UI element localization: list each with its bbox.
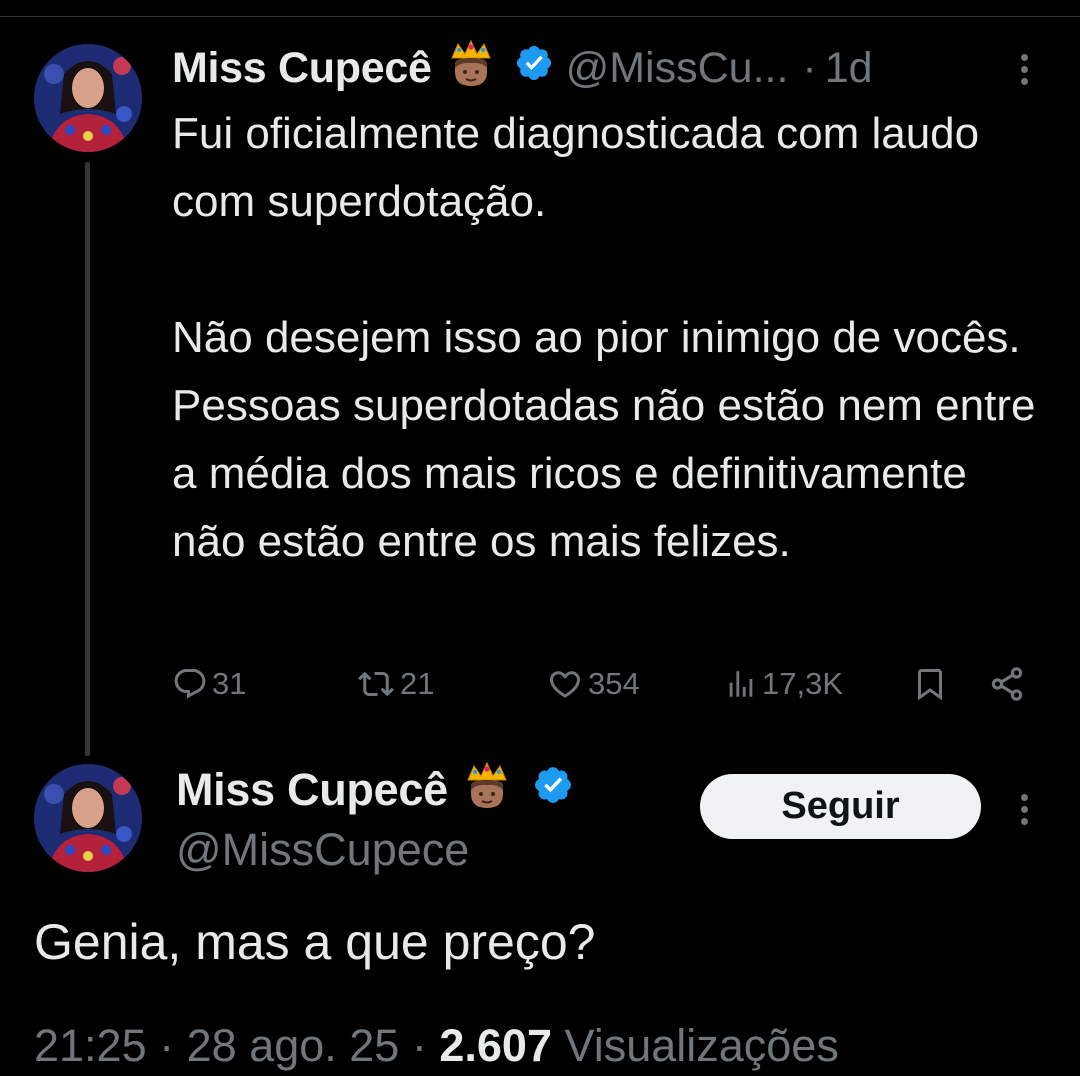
thread-line — [85, 162, 90, 756]
analytics-icon — [724, 666, 758, 702]
views-button[interactable]: 17,3K — [724, 660, 843, 708]
share-button[interactable] — [988, 660, 1026, 708]
meta-separator: · — [411, 1020, 440, 1071]
tweet-header: Miss Cupecê @MissCu... · 1d — [172, 38, 873, 98]
tweet-meta: 21:25 · 28 ago. 25 · 2.607 Visualizações — [34, 1016, 839, 1076]
views-count: 17,3K — [762, 666, 844, 701]
more-icon[interactable] — [1012, 788, 1036, 832]
verified-badge-icon — [514, 43, 554, 94]
reply-icon — [172, 666, 208, 702]
share-icon — [988, 665, 1026, 703]
crown-emoji-icon — [446, 38, 496, 99]
meta-separator: · — [159, 1020, 187, 1071]
reply-text: Genia, mas a que preço? — [34, 914, 596, 970]
tweet-paragraph: Não desejem isso ao pior inimigo de você… — [172, 313, 1036, 566]
reply-count: 31 — [212, 666, 247, 701]
author-name[interactable]: Miss Cupecê — [176, 764, 448, 816]
tweet-text: Fui oficialmente diagnosticada com laudo… — [172, 100, 1052, 576]
separator-dot: · — [802, 43, 817, 92]
heart-icon — [546, 666, 584, 702]
reply-author: Miss Cupecê — [176, 760, 574, 821]
tweet-actions: 31 21 354 17,3K — [172, 660, 1032, 708]
reply-button[interactable]: 31 — [172, 660, 246, 708]
avatar[interactable] — [34, 44, 142, 152]
retweet-count: 21 — [400, 666, 435, 701]
more-icon[interactable] — [1012, 48, 1036, 92]
tweet-paragraph: Fui oficialmente diagnosticada com laudo… — [172, 109, 980, 226]
verified-badge-icon — [532, 764, 574, 817]
top-divider — [0, 16, 1080, 17]
author-name[interactable]: Miss Cupecê — [172, 44, 432, 93]
like-button[interactable]: 354 — [546, 660, 640, 708]
bookmark-button[interactable] — [912, 660, 948, 708]
bookmark-icon — [912, 664, 948, 704]
crown-emoji-icon — [462, 760, 512, 821]
views-label: Visualizações — [564, 1020, 839, 1071]
tweet-date[interactable]: 28 ago. 25 — [187, 1020, 400, 1071]
views-total: 2.607 — [439, 1020, 552, 1071]
retweet-button[interactable]: 21 — [356, 660, 434, 708]
like-count: 354 — [588, 666, 640, 701]
tweet-timestamp[interactable]: 21:25 — [34, 1020, 147, 1071]
author-handle[interactable]: @MissCu... — [566, 44, 789, 93]
follow-button[interactable]: Seguir — [700, 774, 981, 839]
retweet-icon — [356, 666, 396, 702]
author-handle[interactable]: @MissCupece — [176, 822, 469, 878]
avatar[interactable] — [34, 764, 142, 872]
tweet-time[interactable]: 1d — [825, 44, 873, 93]
